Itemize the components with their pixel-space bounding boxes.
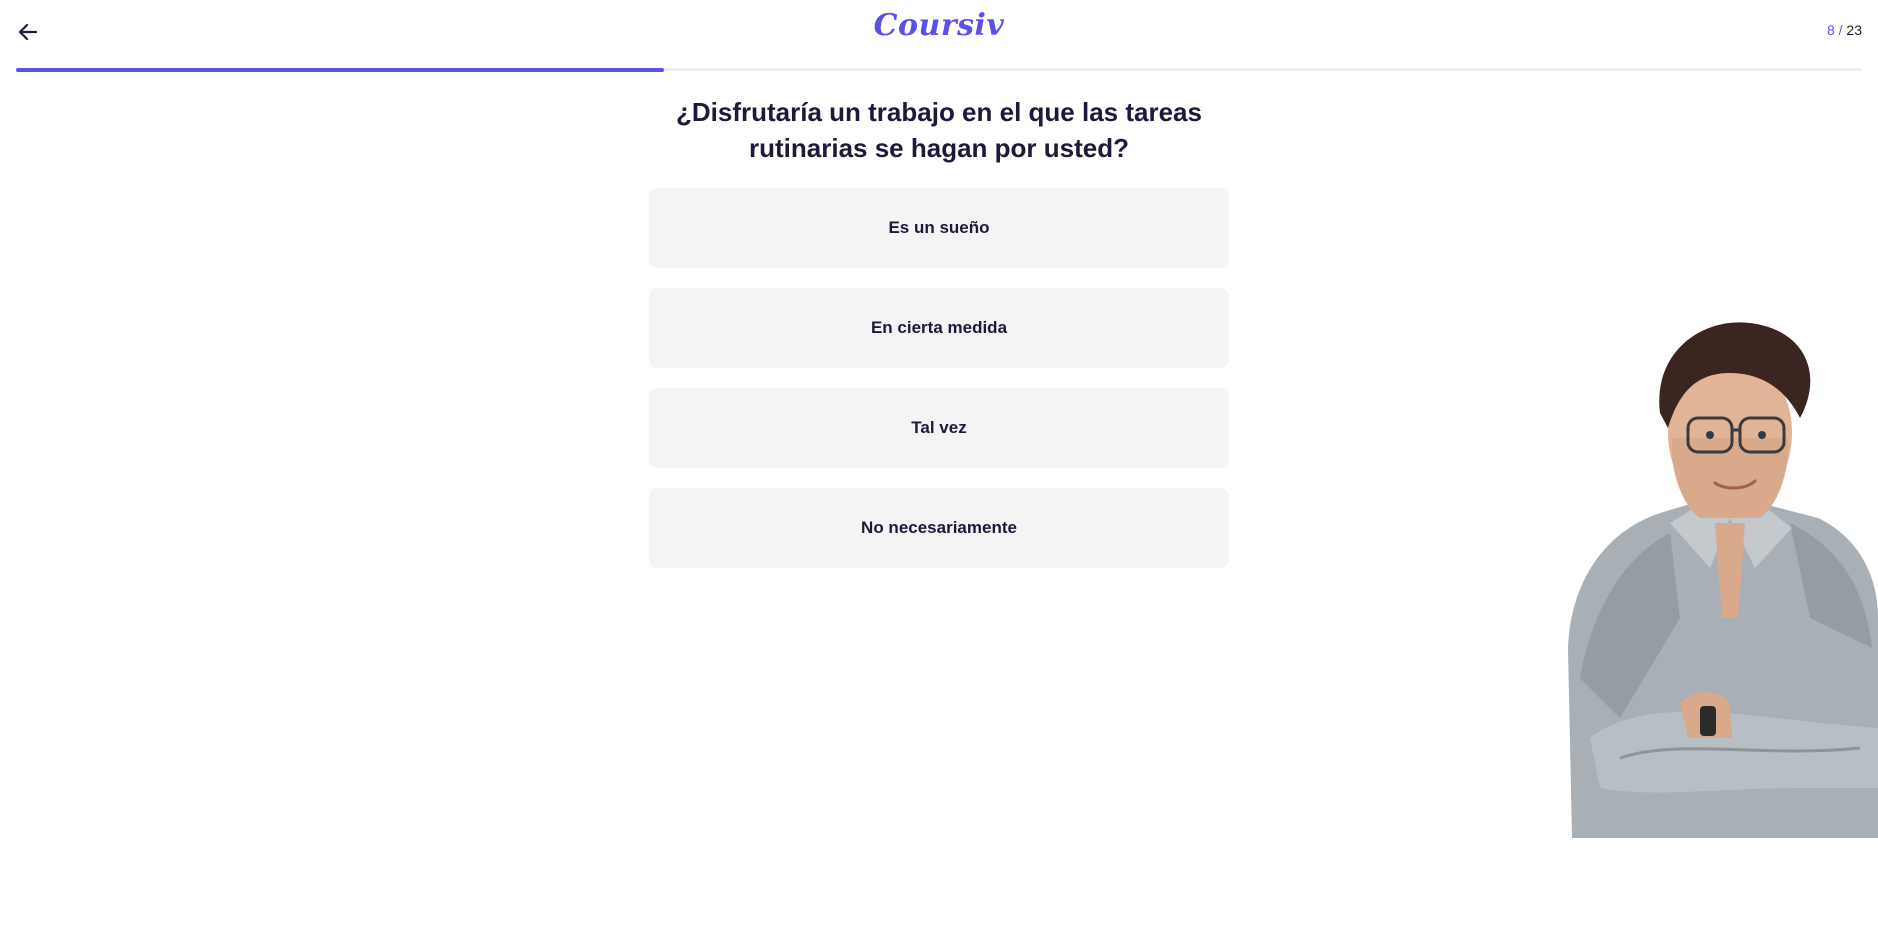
answer-option-label: Es un sueño: [888, 218, 990, 237]
step-counter: 8 / 23: [1827, 22, 1862, 38]
brand-logo: Coursiv: [873, 8, 1005, 43]
question-title: ¿Disfrutaría un trabajo en el que las ta…: [676, 97, 1202, 163]
mascot-illustration: [1568, 322, 1878, 838]
total-steps: 23: [1846, 22, 1862, 38]
answer-option[interactable]: Tal vez: [649, 388, 1229, 468]
step-separator: /: [1838, 22, 1843, 38]
answer-option-label: No necesariamente: [861, 518, 1017, 537]
current-step: 8: [1826, 22, 1835, 38]
answer-option[interactable]: Es un sueño: [649, 188, 1229, 268]
answer-option-label: Tal vez: [911, 418, 967, 437]
progress-bar-fill: [16, 67, 664, 72]
progress-bar: [16, 67, 1862, 72]
top-bar: Coursiv 8 / 23: [0, 0, 1878, 72]
answer-options: Es un sueño En cierta medida Tal vez No …: [649, 188, 1229, 588]
answer-option[interactable]: En cierta medida: [649, 288, 1229, 368]
answer-option-label: En cierta medida: [870, 318, 1008, 337]
answer-option[interactable]: No necesariamente: [649, 488, 1229, 568]
